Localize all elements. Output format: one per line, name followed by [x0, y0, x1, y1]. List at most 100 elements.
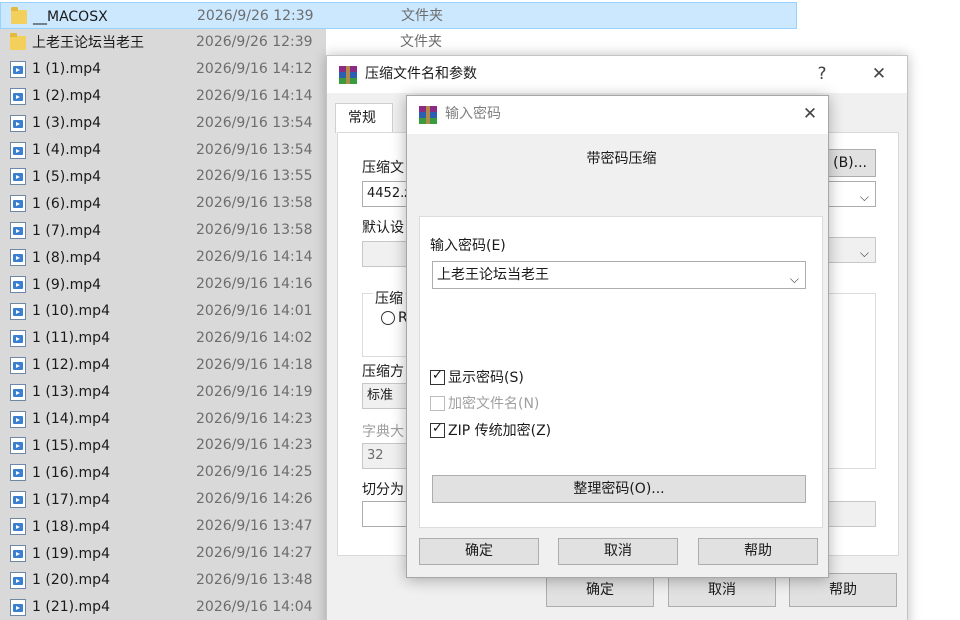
video-file-icon [10, 60, 26, 78]
file-date: 2026/9/16 14:14 [196, 87, 313, 104]
file-name: 1 (11).mp4 [10, 325, 110, 352]
encrypt-filenames-label: 加密文件名(N) [448, 396, 540, 412]
file-row[interactable]: 上老王论坛当老王 2026/9/26 12:39 文件夹 [0, 28, 442, 56]
file-date: 2026/9/16 14:02 [196, 329, 313, 346]
file-name: 1 (2).mp4 [10, 83, 101, 110]
file-name: 1 (7).mp4 [10, 217, 101, 244]
password-dialog-heading: 带密码压缩 [586, 151, 657, 167]
file-row[interactable]: 1 (15).mp4 2026/9/16 14:23 [0, 432, 326, 460]
file-row[interactable]: 1 (20).mp4 2026/9/16 13:48 [0, 566, 326, 594]
checkbox-unchecked-icon [430, 395, 445, 411]
file-date: 2026/9/16 13:47 [196, 518, 313, 535]
file-name: 1 (1).mp4 [10, 56, 101, 83]
video-file-icon [10, 329, 26, 347]
file-row[interactable]: 1 (6).mp4 2026/9/16 13:58 [0, 190, 326, 218]
file-row[interactable]: 1 (21).mp4 2026/9/16 14:04 [0, 593, 326, 620]
file-row[interactable]: 1 (9).mp4 2026/9/16 14:16 [0, 271, 326, 298]
file-name: 1 (21).mp4 [10, 594, 110, 620]
compression-method-label: 压缩方 [362, 364, 404, 380]
file-name-text: 1 (15).mp4 [32, 437, 110, 454]
file-row[interactable]: 1 (16).mp4 2026/9/16 14:25 [0, 459, 326, 487]
file-row[interactable]: 1 (10).mp4 2026/9/16 14:01 [0, 297, 326, 325]
show-password-checkbox[interactable]: 显示密码(S) [430, 367, 524, 387]
file-name: 1 (15).mp4 [10, 432, 110, 459]
file-date: 2026/9/16 14:14 [196, 249, 313, 266]
file-row[interactable]: 1 (4).mp4 2026/9/16 13:54 [0, 136, 326, 164]
archive-dialog-title: 压缩文件名和参数 [365, 66, 477, 82]
file-name: 1 (13).mp4 [10, 379, 110, 406]
video-file-icon [10, 491, 26, 509]
folder-icon [10, 32, 26, 50]
password-input[interactable]: 上老王论坛当老王 ⌵ [432, 261, 806, 289]
file-date: 2026/9/16 14:16 [196, 276, 313, 292]
cancel-button[interactable]: 取消 [668, 573, 776, 607]
file-row[interactable]: 1 (18).mp4 2026/9/16 13:47 [0, 513, 326, 541]
file-name-text: 1 (5).mp4 [32, 168, 102, 185]
ok-button[interactable]: 确定 [546, 573, 654, 607]
chevron-down-icon[interactable]: ⌵ [790, 266, 799, 288]
file-row[interactable]: 1 (5).mp4 2026/9/16 13:55 [0, 163, 326, 191]
video-file-icon [10, 518, 26, 536]
file-date: 2026/9/16 13:54 [196, 114, 313, 131]
video-file-icon [10, 195, 26, 213]
video-file-icon [10, 114, 26, 132]
file-date: 2026/9/16 14:19 [196, 383, 313, 400]
file-row[interactable]: 1 (19).mp4 2026/9/16 14:27 [0, 540, 326, 567]
file-row[interactable]: 1 (8).mp4 2026/9/16 14:14 [0, 244, 326, 272]
file-row[interactable]: 1 (17).mp4 2026/9/16 14:26 [0, 486, 326, 514]
file-row[interactable]: 1 (1).mp4 2026/9/16 14:12 [0, 55, 326, 83]
file-date: 2026/9/26 12:39 [197, 8, 314, 24]
file-name-text: 1 (2).mp4 [32, 88, 102, 105]
video-file-icon [10, 410, 26, 428]
zip-legacy-encryption-checkbox[interactable]: ZIP 传统加密(Z) [430, 420, 551, 440]
winrar-app-icon [339, 66, 357, 84]
file-date: 2026/9/16 14:27 [196, 545, 313, 561]
password-help-button[interactable]: 帮助 [698, 538, 818, 565]
show-password-label: 显示密码(S) [448, 370, 524, 386]
file-row[interactable]: 1 (2).mp4 2026/9/16 14:14 [0, 82, 326, 110]
video-file-icon [10, 571, 26, 589]
video-file-icon [10, 222, 26, 240]
tab-general[interactable]: 常规 [335, 103, 393, 133]
file-name: 1 (17).mp4 [10, 486, 110, 513]
file-name: 1 (12).mp4 [10, 352, 110, 379]
format-rar-radio[interactable]: R [381, 310, 408, 326]
file-row[interactable]: 1 (13).mp4 2026/9/16 14:19 [0, 378, 326, 406]
organize-passwords-button[interactable]: 整理密码(O)... [432, 475, 806, 503]
file-name: 1 (18).mp4 [10, 513, 110, 540]
file-name-text: 1 (4).mp4 [32, 142, 102, 158]
help-icon[interactable]: ? [809, 62, 835, 86]
password-dialog-titlebar[interactable]: 输入密码 ✕ [407, 96, 828, 134]
password-cancel-button[interactable]: 取消 [558, 538, 678, 565]
file-date: 2026/9/16 13:54 [196, 141, 313, 158]
file-date: 2026/9/16 13:55 [196, 168, 313, 185]
file-row[interactable]: 1 (11).mp4 2026/9/16 14:02 [0, 324, 326, 352]
password-ok-button[interactable]: 确定 [419, 538, 539, 565]
file-row[interactable]: 1 (12).mp4 2026/9/16 14:18 [0, 351, 326, 379]
file-name-text: 1 (17).mp4 [32, 491, 110, 508]
file-type: 文件夹 [400, 33, 442, 50]
file-name-text: 1 (21).mp4 [32, 599, 110, 616]
video-file-icon [10, 383, 26, 401]
file-name-text: 1 (14).mp4 [32, 411, 110, 427]
video-file-icon [10, 141, 26, 159]
close-icon[interactable]: ✕ [797, 102, 823, 126]
file-name: 1 (14).mp4 [10, 406, 110, 433]
help-button[interactable]: 帮助 [789, 573, 897, 607]
file-name: 1 (9).mp4 [10, 271, 101, 298]
zip-legacy-encryption-label: ZIP 传统加密(Z) [448, 423, 552, 439]
file-name: 1 (10).mp4 [10, 298, 110, 325]
close-icon[interactable]: ✕ [866, 62, 892, 86]
video-file-icon [10, 249, 26, 267]
file-date: 2026/9/16 14:12 [196, 60, 313, 77]
archive-dialog-titlebar[interactable]: 压缩文件名和参数 ? ✕ [327, 56, 907, 93]
winrar-app-icon [419, 106, 437, 124]
file-date: 2026/9/16 14:23 [196, 410, 313, 427]
file-row[interactable]: 1 (14).mp4 2026/9/16 14:23 [0, 405, 326, 433]
file-date: 2026/9/16 14:23 [196, 437, 313, 454]
file-row[interactable]: 1 (3).mp4 2026/9/16 13:54 [0, 109, 326, 137]
file-row[interactable]: __MACOSX 2026/9/26 12:39 文件夹 [0, 2, 797, 29]
file-name-text: 1 (11).mp4 [32, 330, 110, 347]
video-file-icon [10, 168, 26, 186]
file-row[interactable]: 1 (7).mp4 2026/9/16 13:58 [0, 217, 326, 245]
